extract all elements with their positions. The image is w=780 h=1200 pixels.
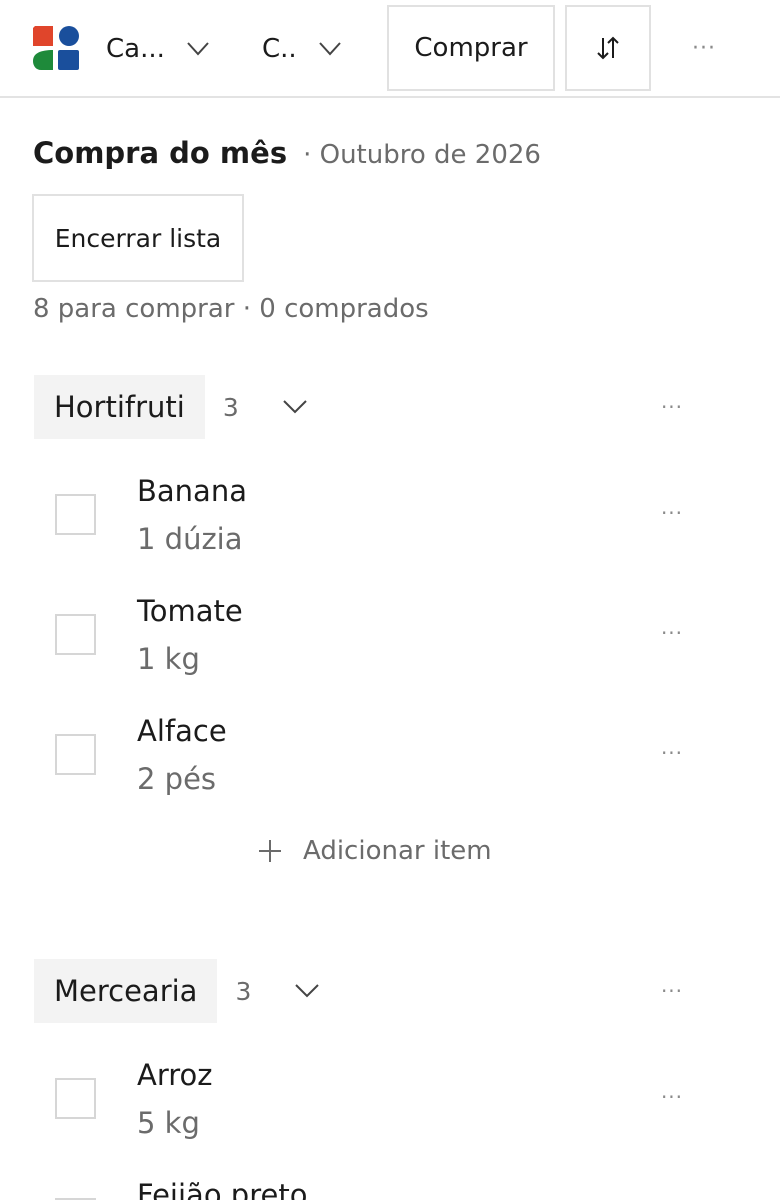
plus-icon bbox=[259, 840, 281, 862]
item-checkbox[interactable] bbox=[55, 1078, 96, 1119]
item-more-button[interactable]: ··· bbox=[654, 739, 690, 767]
group-name: Mercearia bbox=[34, 959, 218, 1023]
chevron-down-icon bbox=[187, 42, 209, 56]
sort-icon bbox=[597, 36, 619, 60]
item-more-button[interactable]: ··· bbox=[654, 499, 690, 527]
item-quantity: 1 kg bbox=[137, 642, 200, 676]
chevron-down-icon[interactable] bbox=[295, 984, 320, 998]
list-item: Arroz 5 kg ··· bbox=[0, 1054, 780, 1154]
category-dropdown-label: Ca... bbox=[106, 34, 165, 64]
chevron-down-icon bbox=[318, 42, 341, 56]
page-title: Compra do mês bbox=[33, 136, 288, 170]
top-bar: Ca... C.. Comprar ··· bbox=[0, 0, 780, 98]
add-item-button[interactable]: Adicionar item bbox=[257, 836, 492, 866]
item-checkbox[interactable] bbox=[55, 494, 96, 535]
group-header-hortifruti[interactable]: Hortifruti 3 bbox=[34, 374, 307, 440]
item-name: Arroz bbox=[137, 1058, 213, 1092]
more-options-button[interactable]: ··· bbox=[684, 30, 724, 66]
secondary-dropdown-label: C.. bbox=[262, 34, 297, 64]
list-item: Feijão preto bbox=[0, 1174, 780, 1200]
secondary-dropdown[interactable]: C.. bbox=[262, 30, 341, 68]
sort-button[interactable] bbox=[565, 5, 651, 91]
item-checkbox[interactable] bbox=[55, 734, 96, 775]
group-more-button[interactable]: ··· bbox=[654, 393, 690, 421]
list-item: Tomate 1 kg ··· bbox=[0, 590, 780, 690]
chevron-down-icon[interactable] bbox=[283, 400, 307, 414]
category-dropdown[interactable]: Ca... bbox=[106, 30, 209, 68]
item-name: Tomate bbox=[137, 594, 243, 628]
group-name: Hortifruti bbox=[34, 375, 205, 439]
buy-button[interactable]: Comprar bbox=[387, 5, 555, 91]
item-checkbox[interactable] bbox=[55, 614, 96, 655]
group-more-button[interactable]: ··· bbox=[654, 977, 690, 1005]
list-item: Banana 1 dúzia ··· bbox=[0, 470, 780, 570]
page-subtitle: · Outubro de 2026 bbox=[303, 140, 541, 170]
group-count: 3 bbox=[235, 976, 252, 1006]
list-heading: Compra do mês · Outubro de 2026 bbox=[33, 136, 541, 170]
item-name: Banana bbox=[137, 474, 247, 508]
app-logo-icon bbox=[33, 26, 79, 70]
add-item-label: Adicionar item bbox=[303, 836, 492, 866]
list-summary: 8 para comprar · 0 comprados bbox=[33, 294, 429, 324]
item-more-button[interactable]: ··· bbox=[654, 1083, 690, 1111]
close-list-button[interactable]: Encerrar lista bbox=[32, 194, 244, 282]
group-count: 3 bbox=[222, 392, 239, 422]
group-header-mercearia[interactable]: Mercearia 3 bbox=[34, 958, 320, 1024]
list-item: Alface 2 pés ··· bbox=[0, 710, 780, 810]
item-quantity: 5 kg bbox=[137, 1106, 200, 1140]
item-quantity: 2 pés bbox=[137, 762, 217, 796]
item-quantity: 1 dúzia bbox=[137, 522, 243, 556]
item-name: Alface bbox=[137, 714, 227, 748]
item-more-button[interactable]: ··· bbox=[654, 619, 690, 647]
item-name: Feijão preto bbox=[137, 1178, 308, 1200]
